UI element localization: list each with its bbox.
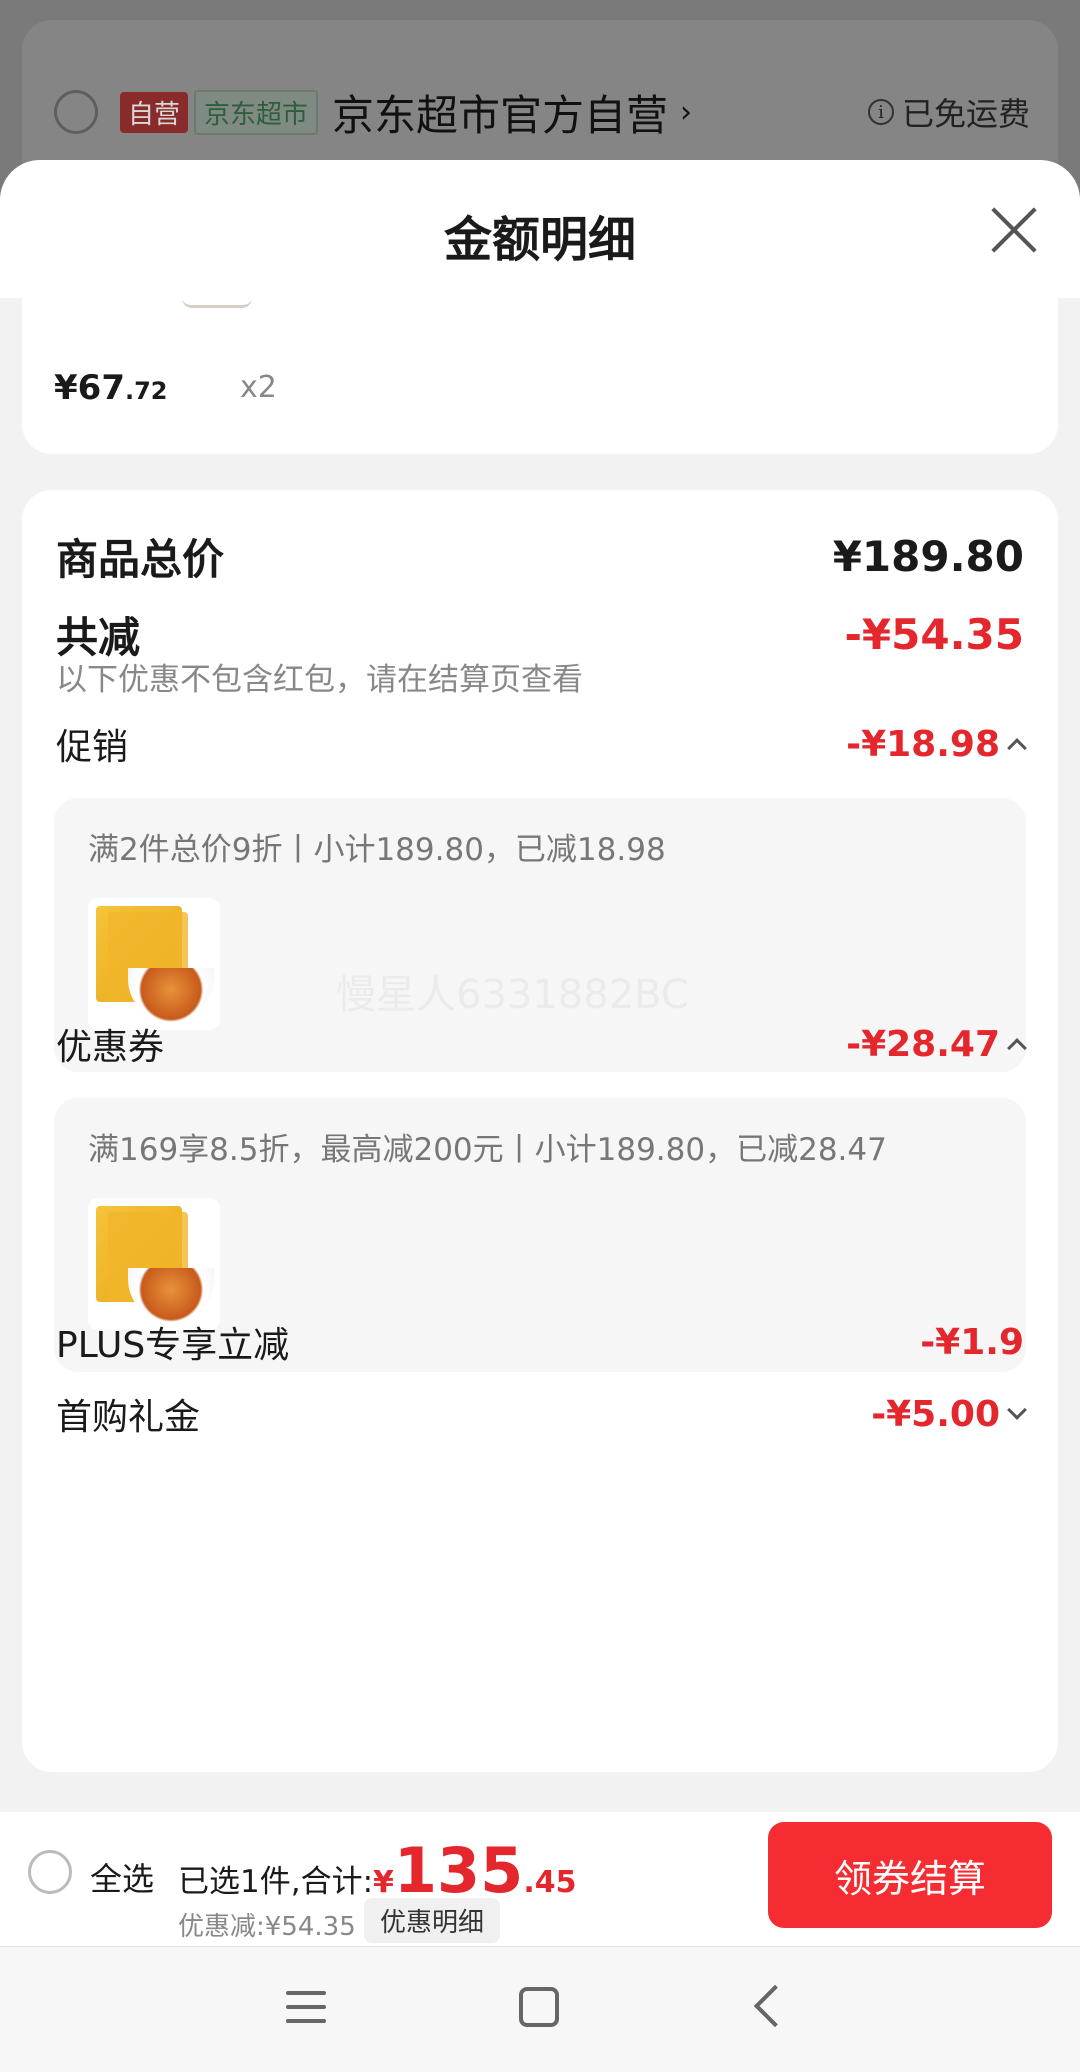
- total-row: 商品总价 ¥189.80: [56, 526, 1024, 587]
- total-currency: ¥: [373, 1865, 394, 1900]
- total-decimal: .45: [523, 1865, 577, 1900]
- discount-summary: 优惠减:¥54.35: [178, 1912, 356, 1942]
- shipping-text: 已免运费: [901, 95, 1030, 133]
- product-image-partial: [182, 298, 252, 308]
- first-purchase-label: 首购礼金: [56, 1397, 201, 1438]
- jd-market-tag: 京东超市: [194, 89, 319, 135]
- watermark-text: 慢星人6331882BC: [336, 972, 689, 1018]
- system-nav-bar: [0, 1946, 1080, 2072]
- plus-row: PLUS专享立减 -¥1.9: [56, 1316, 1024, 1368]
- self-operated-tag: 自营: [120, 91, 189, 133]
- item-quantity: x2: [240, 370, 277, 405]
- coupon-label: 优惠券: [56, 1027, 165, 1068]
- checkout-button[interactable]: 领券结算: [768, 1822, 1052, 1928]
- total-value: ¥189.80: [832, 532, 1024, 581]
- item-price-main: ¥67: [54, 368, 125, 408]
- selected-total: 已选1件,合计: ¥ 135 .45: [178, 1834, 577, 1907]
- chevron-up-icon[interactable]: [1007, 738, 1027, 758]
- shipping-info[interactable]: i 已免运费: [867, 89, 1030, 135]
- coupon-text: 满169享8.5折，最高减200元丨小计189.80，已减28.47: [88, 1132, 887, 1168]
- coupon-value: -¥28.47: [846, 1023, 1000, 1065]
- coupon-row[interactable]: 优惠券 -¥28.47: [56, 1018, 1027, 1070]
- select-all-label[interactable]: 全选: [90, 1854, 154, 1900]
- first-purchase-value: -¥5.00: [871, 1393, 1000, 1435]
- promotion-row[interactable]: 促销 -¥18.98: [56, 718, 1027, 770]
- chevron-up-icon[interactable]: [1007, 1038, 1027, 1058]
- sheet-title: 金额明细: [443, 212, 636, 268]
- item-price: ¥67.72: [54, 368, 168, 408]
- promotion-label: 促销: [56, 727, 129, 768]
- reduction-value: -¥54.35: [844, 610, 1024, 659]
- chevron-down-icon[interactable]: [1007, 1400, 1027, 1420]
- sheet-header: 金额明细: [0, 160, 1080, 298]
- menu-icon[interactable]: [286, 1987, 326, 2027]
- product-thumbnail[interactable]: [88, 1198, 220, 1330]
- item-price-decimal: .72: [124, 377, 168, 405]
- discount-detail-button[interactable]: 优惠明细: [364, 1898, 501, 1943]
- home-icon[interactable]: [519, 1987, 559, 2027]
- close-icon[interactable]: [988, 204, 1040, 256]
- item-card: [22, 298, 1058, 454]
- promotion-text: 满2件总价9折丨小计189.80，已减18.98: [88, 832, 666, 868]
- checkout-bar: 全选 已选1件,合计: ¥ 135 .45 优惠减:¥54.35 优惠明细 领券…: [0, 1812, 1080, 1946]
- store-header: 自营 京东超市 京东超市官方自营 › i 已免运费: [54, 86, 1030, 140]
- first-purchase-row[interactable]: 首购礼金 -¥5.00: [56, 1388, 1027, 1440]
- product-thumbnail[interactable]: [88, 898, 220, 1030]
- chevron-right-icon: ›: [680, 94, 693, 130]
- plus-value: -¥1.9: [920, 1321, 1024, 1363]
- price-detail-card: 商品总价 ¥189.80 共减 -¥54.35 以下优惠不包含红包，请在结算页查…: [22, 490, 1058, 1772]
- plus-label: PLUS专享立减: [56, 1325, 290, 1366]
- back-icon[interactable]: [753, 1984, 797, 2028]
- selected-prefix: 已选1件,合计:: [178, 1864, 374, 1900]
- store-select-radio[interactable]: [54, 90, 98, 134]
- store-name[interactable]: 京东超市官方自营: [332, 82, 668, 143]
- select-all-radio[interactable]: [28, 1850, 72, 1894]
- total-label: 商品总价: [56, 535, 225, 584]
- total-integer: 135: [393, 1834, 524, 1907]
- promotion-value: -¥18.98: [846, 723, 1000, 765]
- reduction-note: 以下优惠不包含红包，请在结算页查看: [56, 662, 583, 698]
- info-icon: i: [867, 99, 894, 125]
